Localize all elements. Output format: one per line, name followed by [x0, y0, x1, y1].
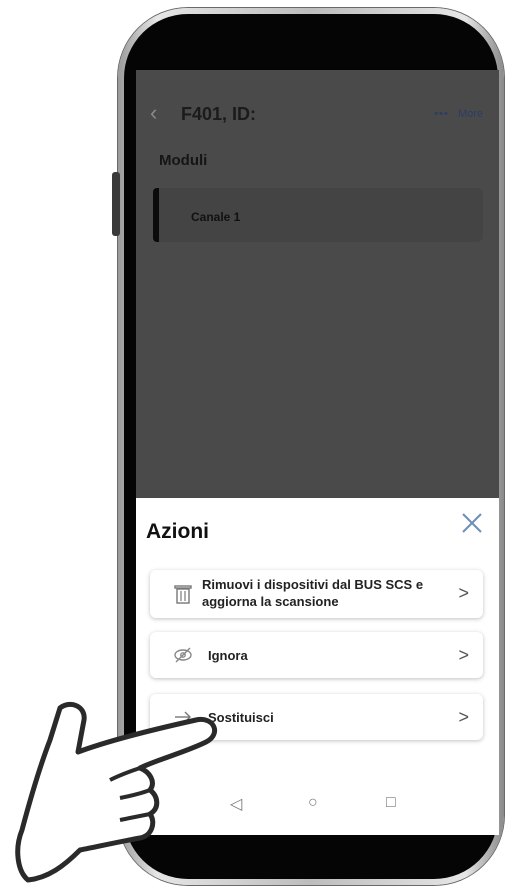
chevron-right-icon: > — [458, 645, 469, 665]
more-dots-icon: ••• — [434, 108, 449, 120]
channel-indicator — [153, 188, 159, 242]
action-ignore[interactable]: Ignora > — [150, 632, 483, 678]
back-icon[interactable]: ‹ — [150, 100, 157, 126]
sheet-title: Azioni — [146, 520, 209, 543]
top-bar: ‹ F401, ID: ••• More — [136, 70, 499, 154]
action-remove-label-line1: Rimuovi i dispositivi dal BUS SCS e — [202, 577, 424, 592]
nav-home-icon[interactable]: ○ — [308, 794, 318, 812]
channel-label: Canale 1 — [191, 210, 241, 224]
page-title: F401, ID: — [181, 104, 257, 124]
eye-off-icon — [174, 647, 192, 663]
action-remove-devices[interactable]: Rimuovi i dispositivi dal BUS SCS e aggi… — [150, 570, 483, 618]
trash-icon — [174, 585, 192, 604]
phone-side-button — [112, 172, 120, 236]
chevron-right-icon: > — [458, 583, 469, 603]
pointing-hand-icon — [15, 702, 218, 883]
chevron-right-icon: > — [458, 707, 469, 727]
channel-item[interactable]: Canale 1 — [153, 188, 483, 242]
action-remove-label-line2: aggiorna la scansione — [202, 594, 339, 609]
nav-recents-icon[interactable]: □ — [386, 794, 396, 812]
more-button[interactable]: ••• More — [434, 108, 483, 120]
more-label: More — [457, 108, 483, 120]
section-title: Moduli — [159, 152, 208, 169]
action-ignore-label: Ignora — [208, 648, 248, 663]
close-icon[interactable] — [457, 508, 487, 538]
